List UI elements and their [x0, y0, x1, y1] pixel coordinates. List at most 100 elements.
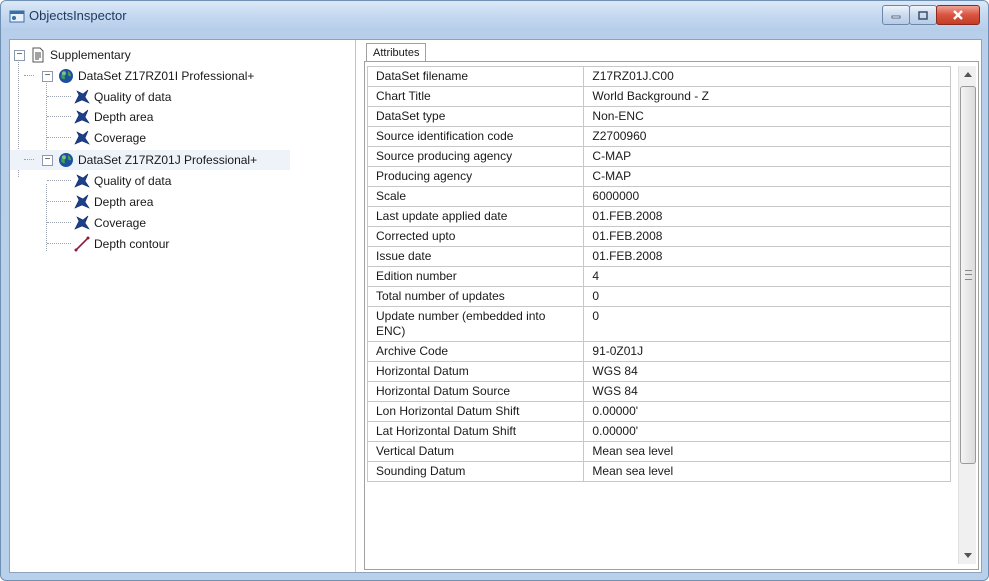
- table-row[interactable]: Edition number 4: [367, 266, 951, 287]
- tab-attributes[interactable]: Attributes: [366, 43, 427, 62]
- tree-line: [47, 116, 71, 117]
- table-row[interactable]: Lat Horizontal Datum Shift 0.00000': [367, 421, 951, 442]
- table-row[interactable]: DataSet filename Z17RZ01J.C00: [367, 66, 951, 87]
- attribute-name: Update number (embedded into ENC): [367, 306, 585, 342]
- tree-node-coverage[interactable]: Coverage: [10, 128, 146, 148]
- minimize-button[interactable]: [882, 5, 910, 25]
- area-feature-icon: [74, 194, 90, 209]
- attribute-value: C-MAP: [583, 146, 951, 167]
- client-area: − Supplementary − DataSet Z17RZ01I Profe…: [9, 39, 982, 573]
- attribute-name: Horizontal Datum: [367, 361, 585, 382]
- attribute-value: 0.00000': [583, 421, 951, 442]
- table-row[interactable]: Issue date 01.FEB.2008: [367, 246, 951, 267]
- table-row[interactable]: Vertical Datum Mean sea level: [367, 441, 951, 462]
- attribute-name: DataSet type: [367, 106, 585, 127]
- tree-line: [47, 222, 71, 223]
- table-row[interactable]: Source producing agency C-MAP: [367, 146, 951, 167]
- attribute-value: Non-ENC: [583, 106, 951, 127]
- area-feature-icon: [74, 173, 90, 188]
- document-icon: [32, 47, 44, 63]
- objects-inspector-window: ObjectsInspector − Supplementary − DataS…: [0, 0, 989, 581]
- table-row[interactable]: Total number of updates 0: [367, 286, 951, 307]
- collapse-icon[interactable]: −: [14, 50, 25, 61]
- tree-node-label: Depth area: [94, 110, 154, 124]
- attribute-name: Vertical Datum: [367, 441, 585, 462]
- attribute-value: 01.FEB.2008: [583, 226, 951, 247]
- area-feature-icon: [74, 130, 90, 145]
- table-row[interactable]: Source identification code Z2700960: [367, 126, 951, 147]
- maximize-button[interactable]: [909, 5, 937, 25]
- attribute-name: Source identification code: [367, 126, 585, 147]
- tree-node-dataset-1[interactable]: − DataSet Z17RZ01I Professional+: [10, 66, 254, 86]
- tree-node-depth-area[interactable]: Depth area: [10, 192, 153, 212]
- table-row[interactable]: Sounding Datum Mean sea level: [367, 461, 951, 482]
- tree-line: [24, 159, 34, 160]
- attribute-value: WGS 84: [583, 361, 951, 382]
- tree-line: [47, 96, 71, 97]
- vertical-scrollbar[interactable]: [958, 66, 976, 564]
- tree-node-dataset-2[interactable]: − DataSet Z17RZ01J Professional+: [10, 150, 290, 170]
- attribute-value: 0.00000': [583, 401, 951, 422]
- attribute-value: Z17RZ01J.C00: [583, 66, 951, 87]
- area-feature-icon: [74, 109, 90, 124]
- scrollbar-thumb[interactable]: [960, 86, 976, 464]
- globe-icon: [59, 153, 73, 167]
- attribute-name: Issue date: [367, 246, 585, 267]
- attributes-tab-page: DataSet filename Z17RZ01J.C00 Chart Title…: [364, 61, 979, 570]
- attribute-value: World Background - Z: [583, 86, 951, 107]
- chevron-down-icon: [963, 553, 972, 558]
- tree-node-depth-contour[interactable]: Depth contour: [10, 234, 169, 254]
- attribute-value: 0: [583, 286, 951, 307]
- tree-node-supplementary[interactable]: − Supplementary: [10, 45, 131, 65]
- attributes-table: DataSet filename Z17RZ01J.C00 Chart Title…: [367, 66, 951, 482]
- title-bar[interactable]: ObjectsInspector: [1, 1, 988, 31]
- collapse-icon[interactable]: −: [42, 71, 53, 82]
- table-row[interactable]: Chart Title World Background - Z: [367, 86, 951, 107]
- attributes-panel: Attributes DataSet filename Z17RZ01J.C00 …: [360, 40, 981, 572]
- table-row[interactable]: Horizontal Datum WGS 84: [367, 361, 951, 382]
- attribute-value: 4: [583, 266, 951, 287]
- table-row[interactable]: Archive Code 91-0Z01J: [367, 341, 951, 362]
- tree-node-label: Quality of data: [94, 90, 172, 104]
- close-button[interactable]: [936, 5, 980, 25]
- table-row[interactable]: Scale 6000000: [367, 186, 951, 207]
- table-row[interactable]: Corrected upto 01.FEB.2008: [367, 226, 951, 247]
- chevron-up-icon: [963, 72, 972, 77]
- area-feature-icon: [74, 215, 90, 230]
- attributes-grid[interactable]: DataSet filename Z17RZ01J.C00 Chart Title…: [367, 66, 951, 564]
- tree-node-coverage[interactable]: Coverage: [10, 213, 146, 233]
- collapse-icon[interactable]: −: [42, 155, 53, 166]
- attribute-name: Chart Title: [367, 86, 585, 107]
- attribute-value: Mean sea level: [583, 461, 951, 482]
- tree-line: [47, 137, 71, 138]
- caption-buttons: [882, 5, 980, 25]
- window-icon: [9, 10, 25, 23]
- table-row[interactable]: Last update applied date 01.FEB.2008: [367, 206, 951, 227]
- attribute-name: Lat Horizontal Datum Shift: [367, 421, 585, 442]
- attribute-value: Mean sea level: [583, 441, 951, 462]
- attribute-value: 01.FEB.2008: [583, 246, 951, 267]
- tree-node-label: Quality of data: [94, 174, 172, 188]
- tree-node-label: Coverage: [94, 216, 147, 230]
- scroll-up-button[interactable]: [959, 66, 976, 83]
- scroll-down-button[interactable]: [959, 547, 976, 564]
- table-row[interactable]: DataSet type Non-ENC: [367, 106, 951, 127]
- table-row[interactable]: Producing agency C-MAP: [367, 166, 951, 187]
- table-row[interactable]: Update number (embedded into ENC) 0: [367, 306, 951, 342]
- attribute-name: Total number of updates: [367, 286, 585, 307]
- line-feature-icon: [74, 236, 90, 252]
- attribute-value: Z2700960: [583, 126, 951, 147]
- table-row[interactable]: Horizontal Datum Source WGS 84: [367, 381, 951, 402]
- tree-node-quality-of-data[interactable]: Quality of data: [10, 171, 171, 191]
- attribute-name: Sounding Datum: [367, 461, 585, 482]
- minimize-icon: [891, 15, 901, 19]
- table-row[interactable]: Lon Horizontal Datum Shift 0.00000': [367, 401, 951, 422]
- tree-line: [47, 201, 71, 202]
- objects-tree[interactable]: − Supplementary − DataSet Z17RZ01I Profe…: [10, 40, 356, 572]
- tree-node-quality-of-data[interactable]: Quality of data: [10, 87, 171, 107]
- tree-node-label: Coverage: [94, 131, 147, 145]
- attribute-value: 0: [583, 306, 951, 342]
- attribute-name: Edition number: [367, 266, 585, 287]
- tree-node-depth-area[interactable]: Depth area: [10, 107, 153, 127]
- attribute-value: 6000000: [583, 186, 951, 207]
